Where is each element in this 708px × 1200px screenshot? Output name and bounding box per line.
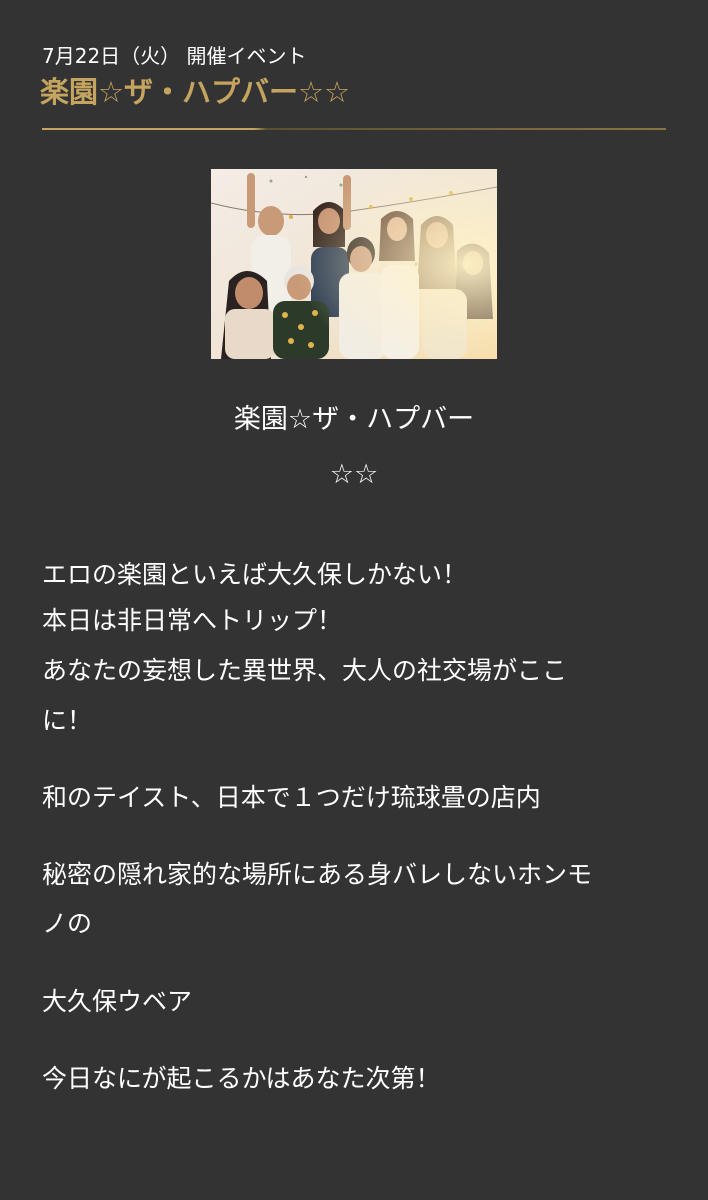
- party-photo-illustration: [211, 169, 497, 359]
- description-line: 和のテイスト、日本で１つだけ琉球畳の店内: [42, 783, 541, 812]
- description-line: エロの楽園といえば大久保しかない！: [42, 560, 468, 589]
- description-line: ノの: [42, 909, 93, 938]
- event-photo: [211, 169, 497, 359]
- title-divider: [42, 128, 666, 130]
- description-line: 大久保ウベア: [42, 987, 193, 1016]
- event-page: 7月22日（火） 開催イベント 楽園☆ザ・ハプバー☆☆ 楽園☆ザ・ハプバー ☆☆…: [0, 0, 708, 1200]
- event-title[interactable]: 楽園☆ザ・ハプバー☆☆: [40, 72, 350, 112]
- description-line: 今日なにが起こるかはあなた次第！: [42, 1064, 441, 1093]
- description-line: に！: [42, 706, 93, 735]
- event-subtitle-stars: ☆☆: [329, 459, 379, 490]
- event-subtitle: 楽園☆ザ・ハプバー: [233, 404, 475, 435]
- event-date: 7月22日（火） 開催イベント: [42, 44, 307, 68]
- description-line: 本日は非日常へトリップ！: [42, 606, 343, 635]
- description-line: 秘密の隠れ家的な場所にある身バレしないホンモ: [42, 860, 593, 889]
- description-line: あなたの妄想した異世界、大人の社交場がここ: [42, 656, 568, 685]
